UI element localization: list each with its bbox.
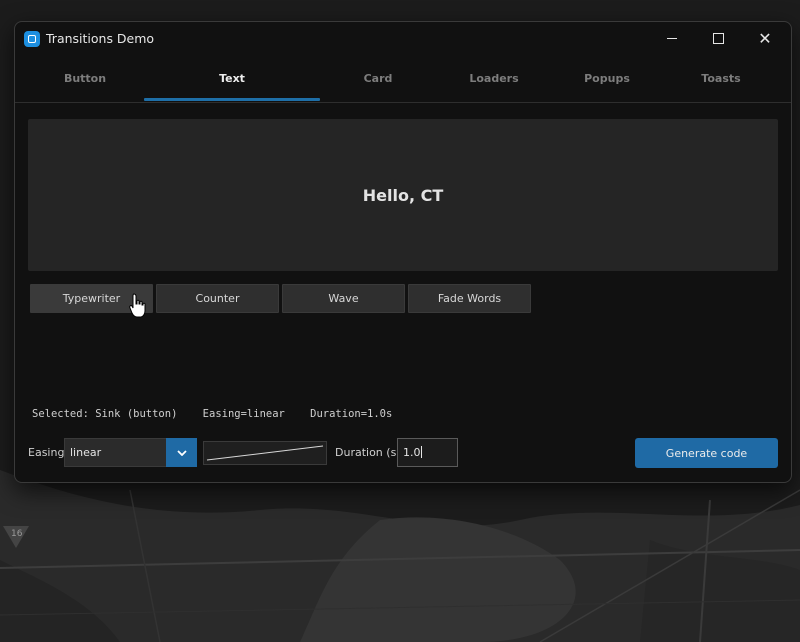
status-text: Selected: Sink (button) Easing=linear Du… [32,408,393,420]
chevron-down-icon [176,449,187,456]
easing-label: Easing: [28,446,69,459]
easing-value: linear [70,446,102,459]
minimize-button[interactable] [649,22,695,55]
tab-popups[interactable]: Popups [552,55,662,102]
close-button[interactable]: ✕ [742,22,788,55]
duration-value: 1.0 [403,446,421,459]
hand-cursor-icon [129,293,147,323]
window-title: Transitions Demo [46,31,155,46]
active-tab-indicator [144,98,320,101]
dropdown-arrow-button[interactable] [166,438,197,467]
wave-button[interactable]: Wave [282,284,405,313]
maximize-icon [712,33,724,44]
tab-toasts[interactable]: Toasts [662,55,780,102]
map-route-badge: 16 [3,526,29,552]
easing-dropdown[interactable]: linear [64,438,197,467]
maximize-button[interactable] [695,22,741,55]
duration-label: Duration (s): [335,446,405,459]
preview-text: Hello, CT [362,185,444,205]
minimize-icon [667,38,677,39]
close-icon: ✕ [758,28,772,48]
app-window: Transitions Demo ✕ Button Text Card Load… [14,21,792,483]
text-caret [420,446,422,458]
map-badge-text: 16 [11,529,23,539]
tab-bar: Button Text Card Loaders Popups Toasts [15,55,791,103]
tab-loaders[interactable]: Loaders [436,55,552,102]
duration-input[interactable]: 1.0 [397,438,458,467]
counter-button[interactable]: Counter [156,284,279,313]
tab-text[interactable]: Text [144,55,320,102]
easing-curve-preview [203,441,327,465]
tab-button[interactable]: Button [15,55,155,102]
tab-card[interactable]: Card [320,55,436,102]
generate-code-button[interactable]: Generate code [635,438,778,468]
title-bar[interactable]: Transitions Demo ✕ [15,22,791,55]
fade-words-button[interactable]: Fade Words [408,284,531,313]
app-icon [24,31,40,47]
preview-area: Hello, CT [28,119,778,271]
